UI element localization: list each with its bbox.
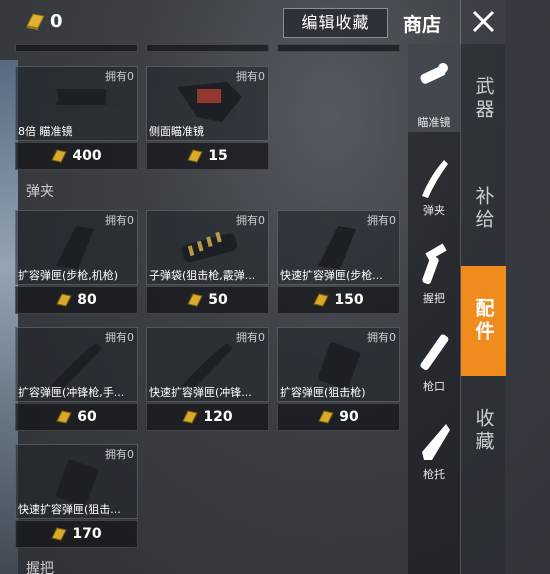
category-nav: 武器 补给 配件 收藏 [460, 44, 506, 574]
item-card-bullet-loops[interactable]: 拥有0 子弹袋(狙击枪,霰弹... 50 [146, 210, 269, 316]
price-tag[interactable]: 80 [15, 286, 138, 314]
price-tag[interactable]: 120 [146, 403, 269, 431]
item-card-magazine[interactable]: 拥有0 快速扩容弹匣(狙击... 170 [15, 444, 138, 550]
gold-bar-icon [313, 293, 330, 307]
item-name: 快速扩容弹匣(冲锋... [149, 386, 252, 399]
price-value: 15 [208, 148, 228, 164]
price-value: 60 [77, 409, 97, 425]
price-tag[interactable]: 150 [277, 286, 400, 314]
section-label-magazine: 弹夹 [26, 184, 54, 200]
owned-count: 拥有0 [236, 70, 265, 83]
owned-count: 拥有0 [236, 331, 265, 344]
price-value: 90 [339, 409, 359, 425]
tab-favorites[interactable]: 收藏 [461, 376, 506, 486]
subnav-item-muzzle[interactable]: 枪口 [408, 320, 460, 410]
owned-count: 拥有0 [367, 331, 396, 344]
price-value: 50 [208, 292, 228, 308]
owned-count: 拥有0 [105, 214, 134, 227]
gold-amount: 0 [50, 11, 63, 32]
gold-bar-icon [51, 149, 68, 163]
item-list[interactable]: 拥有0 8倍 瞄准镜 400 拥有0 侧面瞄准镜 15 弹夹 拥有0 扩容弹匣(… [0, 44, 408, 574]
price-value: 170 [72, 526, 102, 542]
magazine-icon [422, 160, 448, 198]
subnav-label: 枪口 [423, 380, 445, 393]
item-card-magazine[interactable]: 拥有0 扩容弹匣(步枪,机枪) 80 [15, 210, 138, 316]
gold-bar-icon [187, 293, 203, 307]
price-value: 80 [77, 292, 97, 308]
tab-attachments[interactable]: 配件 [461, 266, 506, 376]
item-name: 侧面瞄准镜 [149, 125, 204, 138]
item-name: 快速扩容弹匣(狙击... [18, 503, 121, 516]
item-card-magazine[interactable]: 拥有0 扩容弹匣(狙击枪) 90 [277, 327, 400, 433]
subnav-label: 握把 [423, 292, 445, 305]
owned-count: 拥有0 [105, 448, 134, 461]
grip-icon [422, 243, 447, 285]
subnav-item-stock[interactable]: 枪托 [408, 408, 460, 498]
price-tag[interactable]: 90 [277, 403, 400, 431]
price-value: 150 [334, 292, 364, 308]
gold-bar-icon [318, 410, 334, 424]
section-label-grip: 握把 [26, 561, 54, 574]
gold-bar-icon [187, 149, 203, 163]
price-tag[interactable]: 400 [15, 142, 138, 170]
item-name: 子弹袋(狙击枪,霰弹... [149, 269, 256, 282]
top-bar: 0 编辑收藏 商店 [0, 0, 460, 44]
partial-card [277, 44, 400, 52]
subcategory-nav: 瞄准镜 弹夹 握把 枪口 枪托 [408, 44, 460, 574]
edit-favorites-button[interactable]: 编辑收藏 [283, 8, 388, 38]
gold-bar-icon [182, 410, 199, 424]
subnav-label: 弹夹 [423, 204, 445, 217]
item-card-side-scope[interactable]: 拥有0 侧面瞄准镜 15 [146, 66, 269, 172]
shop-title: 商店 [403, 14, 442, 36]
tab-weapons[interactable]: 武器 [461, 44, 506, 154]
price-value: 400 [72, 148, 102, 164]
price-value: 120 [203, 409, 233, 425]
subnav-item-scope[interactable]: 瞄准镜 [408, 44, 460, 132]
owned-count: 拥有0 [105, 70, 134, 83]
scope-icon [420, 63, 448, 84]
subnav-item-grip[interactable]: 握把 [408, 232, 460, 322]
price-tag[interactable]: 60 [15, 403, 138, 431]
price-tag[interactable]: 170 [15, 520, 138, 548]
item-card-magazine[interactable]: 拥有0 快速扩容弹匣(步枪... 150 [277, 210, 400, 316]
stock-icon [422, 424, 450, 460]
item-name: 扩容弹匣(狙击枪) [280, 386, 366, 399]
partial-card [146, 44, 269, 52]
item-name: 快速扩容弹匣(步枪... [280, 269, 383, 282]
close-icon [472, 10, 495, 33]
tab-supplies[interactable]: 补给 [461, 154, 506, 264]
item-name: 扩容弹匣(步枪,机枪) [18, 269, 119, 282]
close-button[interactable] [460, 0, 505, 44]
subnav-label: 瞄准镜 [417, 116, 451, 129]
gold-bar-icon [51, 527, 68, 541]
price-tag[interactable]: 50 [146, 286, 269, 314]
subnav-item-magazine[interactable]: 弹夹 [408, 144, 460, 234]
gold-bar-icon [56, 410, 72, 424]
item-card-magazine[interactable]: 拥有0 快速扩容弹匣(冲锋... 120 [146, 327, 269, 433]
gold-bar-icon [56, 293, 72, 307]
subnav-label: 枪托 [423, 468, 445, 481]
owned-count: 拥有0 [105, 331, 134, 344]
item-name: 扩容弹匣(冲锋枪,手... [18, 386, 125, 399]
item-card-magazine[interactable]: 拥有0 扩容弹匣(冲锋枪,手... 60 [15, 327, 138, 433]
item-card-8x-scope[interactable]: 拥有0 8倍 瞄准镜 400 [15, 66, 138, 172]
owned-count: 拥有0 [367, 214, 396, 227]
owned-count: 拥有0 [236, 214, 265, 227]
item-name: 8倍 瞄准镜 [18, 125, 73, 138]
right-edge-panel [505, 0, 550, 574]
price-tag[interactable]: 15 [146, 142, 269, 170]
muzzle-icon [420, 334, 449, 371]
gold-bar-icon [26, 13, 45, 30]
partial-card [15, 44, 138, 52]
